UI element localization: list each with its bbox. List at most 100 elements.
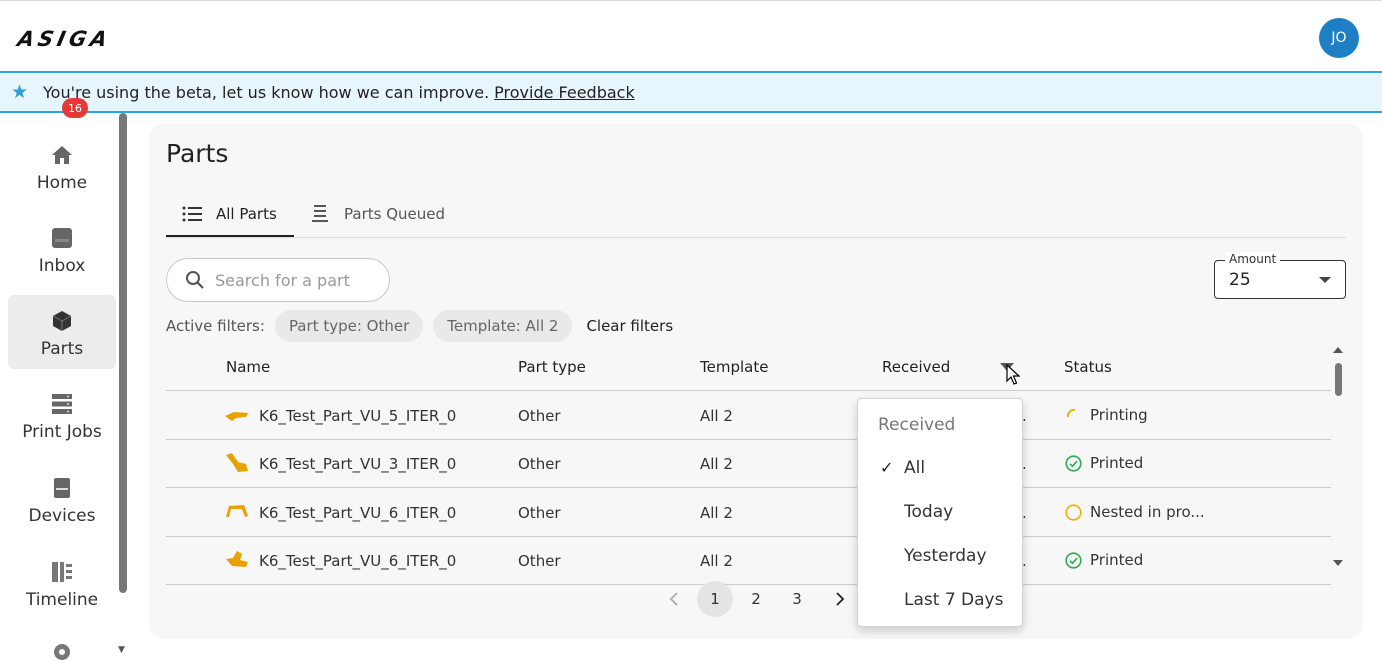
table-row[interactable]: K6_Test_Part_VU_6_ITER_0 Other All 2 . N… [166,489,1331,537]
parts-tabs: All Parts Parts Queued [166,190,1346,238]
part-type: Other [518,504,561,522]
status-badge: Printed [1064,454,1143,472]
tab-label: All Parts [216,204,277,223]
top-bar: ASIGA JO [0,0,1382,71]
sidebar-item-timeline[interactable]: Timeline [8,546,116,620]
provide-feedback-link[interactable]: Provide Feedback [494,83,635,102]
menu-item-label: Last 7 Days [904,590,1004,610]
status-badge: Printing [1064,406,1148,424]
tab-parts-queued[interactable]: Parts Queued [310,190,445,237]
mouse-cursor-icon [1006,363,1021,386]
sidebar-item-label: Home [36,173,88,193]
queue-icon [310,204,330,224]
cube-icon [50,309,74,333]
check-circle-icon [1064,551,1082,569]
next-page-icon[interactable] [822,581,858,617]
part-template: All 2 [700,552,733,570]
beta-banner: ★ You're using the beta, let us know how… [0,71,1382,113]
status-badge: Nested in pro... [1064,503,1205,521]
status-badge: Printed [1064,551,1143,569]
table-scrollbar[interactable] [1335,363,1342,396]
printing-spinner-icon [1064,406,1082,424]
part-name: K6_Test_Part_VU_6_ITER_0 [259,504,457,522]
menu-item-all[interactable]: ✓ All [858,449,1024,489]
column-header-name[interactable]: Name [226,358,270,376]
status-text: Printed [1090,551,1144,569]
column-header-part-type[interactable]: Part type [518,358,586,376]
menu-item-today[interactable]: Today [858,493,1024,533]
page-button-1[interactable]: 1 [697,581,733,617]
active-filters-label: Active filters: [166,317,265,335]
sidebar-item-label: Parts [40,339,84,359]
received-filter-menu: Received ✓ All Today Yesterday Last 7 Da… [857,398,1023,627]
amount-value: 25 [1229,270,1251,290]
part-name: K6_Test_Part_VU_5_ITER_0 [259,407,457,425]
table-row[interactable]: K6_Test_Part_VU_5_ITER_0 Other All 2 . P… [166,392,1331,440]
checkmark-icon: ✓ [880,458,894,477]
tab-label: Parts Queued [344,204,445,223]
active-tab-indicator [166,235,294,237]
search-input[interactable] [215,270,375,290]
part-type: Other [518,552,561,570]
sidebar-item-inbox[interactable]: Inbox [8,212,116,286]
timeline-icon [50,560,74,584]
beta-message: You're using the beta, let us know how w… [43,82,490,102]
inbox-count-badge: 16 [62,98,88,118]
part-search[interactable] [166,258,390,302]
table-scroll-down-icon[interactable] [1333,560,1343,566]
status-text: Nested in pro... [1090,503,1205,521]
table-row[interactable]: K6_Test_Part_VU_6_ITER_0 Other All 2 . P… [166,537,1331,585]
amount-label: Amount [1225,252,1281,266]
previous-page-icon[interactable] [656,581,692,617]
pending-circle-icon [1064,503,1082,521]
table-row[interactable]: K6_Test_Part_VU_3_ITER_0 Other All 2 . P… [166,440,1331,488]
menu-item-label: All [904,458,926,478]
sidebar-item-home[interactable]: Home [8,129,116,203]
part-thumbnail [224,549,250,571]
sidebar-item-parts[interactable]: Parts [8,295,116,369]
sidebar-item-print-jobs[interactable]: Print Jobs [8,378,116,452]
column-header-template[interactable]: Template [700,358,768,376]
sidebar-item-label: Timeline [25,590,99,610]
sidebar-item-label: Inbox [38,256,86,276]
menu-item-last-7-days[interactable]: Last 7 Days [858,581,1024,621]
part-name: K6_Test_Part_VU_3_ITER_0 [259,455,457,473]
status-text: Printed [1090,454,1144,472]
sidebar-item-label: Print Jobs [22,422,102,442]
list-icon [182,204,202,224]
part-type: Other [518,455,561,473]
printer-device-icon [50,476,74,500]
sidebar-item-devices[interactable]: Devices [8,462,116,536]
sidebar-item-label: Devices [28,506,96,526]
part-template: All 2 [700,455,733,473]
menu-item-yesterday[interactable]: Yesterday [858,537,1024,577]
page-title: Parts [166,139,229,168]
filter-chip-template[interactable]: Template: All 2 [433,310,573,342]
part-name: K6_Test_Part_VU_6_ITER_0 [259,552,457,570]
user-avatar[interactable]: JO [1319,18,1359,58]
search-icon [185,270,205,290]
home-icon [50,143,74,167]
active-filters: Active filters: Part type: Other Templat… [166,310,673,342]
column-header-received[interactable]: Received [882,358,950,376]
amount-select[interactable]: Amount 25 [1214,252,1346,299]
tab-all-parts[interactable]: All Parts [182,190,277,237]
menu-item-label: Today [904,502,954,522]
table-header: Name Part type Template Received Status [166,343,1331,391]
asiga-logo[interactable]: ASIGA [15,27,113,51]
menu-item-label: Yesterday [904,546,987,566]
part-thumbnail [224,404,250,426]
page-button-3[interactable]: 3 [779,581,815,617]
clear-filters-button[interactable]: Clear filters [586,317,673,335]
filter-chip-part-type[interactable]: Part type: Other [274,310,424,342]
chevron-down-icon [1319,277,1331,283]
sidebar-scrollbar[interactable] [119,113,127,593]
part-template: All 2 [700,504,733,522]
status-text: Printing [1090,406,1148,424]
column-header-status[interactable]: Status [1064,358,1112,376]
sidebar-scroll-down-icon[interactable]: ▼ [118,645,125,655]
table-scroll-up-icon[interactable] [1333,347,1343,353]
page-button-2[interactable]: 2 [738,581,774,617]
settings-gear-icon[interactable] [50,640,74,660]
part-template: All 2 [700,407,733,425]
